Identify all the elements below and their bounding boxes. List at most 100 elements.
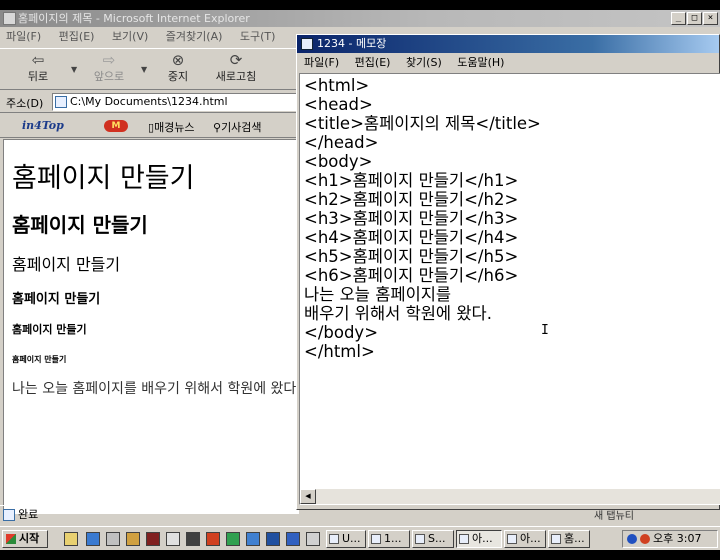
quicklaunch-app-icon[interactable] xyxy=(126,532,140,546)
address-value: C:\My Documents\1234.html xyxy=(70,95,228,108)
page-done-icon xyxy=(3,509,15,521)
ie-menu-edit[interactable]: 편집(E) xyxy=(59,30,95,43)
ie-window-title: 홈페이지의 제목 - Microsoft Internet Explorer xyxy=(18,12,250,25)
background-window-strip[interactable]: 새 탭뉴티 xyxy=(588,510,720,524)
address-bar: 주소(D) C:\My Documents\1234.html xyxy=(0,91,300,113)
magnifier-icon: ⚲ xyxy=(213,121,222,134)
back-button[interactable]: ⇦ 뒤로 xyxy=(14,52,62,84)
paragraph: 나는 오늘 홈페이지를 배우기 위해서 학원에 왔다. xyxy=(12,381,299,397)
forward-dropdown-icon[interactable]: ▼ xyxy=(141,65,147,74)
ie-titlebar[interactable]: 홈페이지의 제목 - Microsoft Internet Explorer _… xyxy=(0,10,720,27)
code-line: <body> xyxy=(304,152,373,171)
quicklaunch-app-icon[interactable] xyxy=(186,532,200,546)
close-button[interactable]: × xyxy=(703,12,718,25)
heading-4: 홈페이지 만들기 xyxy=(12,292,101,307)
quicklaunch-app-icon[interactable] xyxy=(206,532,220,546)
back-dropdown-icon[interactable]: ▼ xyxy=(71,65,77,74)
notepad-menu-file[interactable]: 파일(F) xyxy=(304,56,339,69)
stop-icon: ⊗ xyxy=(171,51,185,69)
notepad-app-icon xyxy=(301,38,313,50)
notepad-window: 1234 - 메모장 파일(F) 편집(E) 찾기(S) 도움말(H) <htm… xyxy=(296,34,720,510)
horizontal-scrollbar[interactable]: ◀ xyxy=(300,488,720,504)
screen-bezel-top xyxy=(0,0,720,10)
notepad-text-area[interactable]: <html> <head> <title>홈페이지의 제목</title> </… xyxy=(299,73,720,505)
code-line: </body> xyxy=(304,323,379,342)
stop-button[interactable]: ⊗ 중지 xyxy=(154,52,202,84)
notepad-menu-help[interactable]: 도움말(H) xyxy=(457,56,504,69)
code-line: <head> xyxy=(304,95,373,114)
tray-app-icon[interactable] xyxy=(640,534,650,544)
code-line: 나는 오늘 홈페이지를 xyxy=(304,285,452,304)
link-article-search[interactable]: ⚲기사검색 xyxy=(213,119,262,135)
taskbar-task-active[interactable]: 아... xyxy=(456,530,502,548)
status-text: 완료 xyxy=(18,508,39,521)
taskbar-task[interactable]: U... xyxy=(326,530,366,548)
task-label: 아... xyxy=(520,532,541,545)
ie-menu-view[interactable]: 보기(V) xyxy=(112,30,148,43)
back-label: 뒤로 xyxy=(27,70,49,83)
quicklaunch-app-icon[interactable] xyxy=(226,532,240,546)
forward-button[interactable]: ⇨ 앞으로 xyxy=(85,52,133,84)
quicklaunch-folder-icon[interactable] xyxy=(64,532,78,546)
ie-menu-file[interactable]: 파일(F) xyxy=(6,30,41,43)
forward-label: 앞으로 xyxy=(93,70,125,83)
notepad-menubar: 파일(F) 편집(E) 찾기(S) 도움말(H) xyxy=(297,54,719,72)
ie-menu-favorites[interactable]: 즐겨찾기(A) xyxy=(166,30,223,43)
page-icon xyxy=(55,96,67,108)
quicklaunch-ie-icon[interactable] xyxy=(86,532,100,546)
ie-window-controls: _ □ × xyxy=(671,12,718,25)
clock[interactable]: 오후 3:07 xyxy=(653,532,701,545)
quicklaunch-app-icon[interactable] xyxy=(146,532,160,546)
link-in4top[interactable]: in4Top xyxy=(22,119,64,132)
code-line: <h1>홈페이지 만들기</h1> xyxy=(304,171,519,190)
refresh-icon: ⟳ xyxy=(229,51,243,69)
notepad-source: <html> <head> <title>홈페이지의 제목</title> </… xyxy=(304,76,541,361)
tray-network-icon[interactable] xyxy=(627,534,637,544)
refresh-label: 새로고침 xyxy=(215,70,257,83)
quicklaunch-app-icon[interactable] xyxy=(306,532,320,546)
ie-statusbar: 완료 xyxy=(0,505,300,525)
quicklaunch-app-icon[interactable] xyxy=(286,532,300,546)
windows-logo-icon xyxy=(6,534,16,544)
code-line: <h6>홈페이지 만들기</h6> xyxy=(304,266,519,285)
address-input[interactable]: C:\My Documents\1234.html xyxy=(52,93,300,111)
taskbar: 시작 U... 1... S... 아... 아... 홈... 오후 3:07 xyxy=(0,526,720,550)
link-article-search-label: 기사검색 xyxy=(221,121,262,134)
m-logo-icon: M xyxy=(104,120,128,132)
task-app-icon xyxy=(415,534,425,544)
code-line: </head> xyxy=(304,133,379,152)
quicklaunch-app-icon[interactable] xyxy=(106,532,120,546)
quicklaunch-app-icon[interactable] xyxy=(246,532,260,546)
task-label: 1... xyxy=(384,532,402,545)
link-m[interactable]: M xyxy=(104,119,128,132)
taskbar-task[interactable]: 1... xyxy=(368,530,410,548)
taskbar-task[interactable]: 아... xyxy=(504,530,546,548)
scroll-left-icon[interactable]: ◀ xyxy=(300,489,316,504)
heading-5: 홈페이지 만들기 xyxy=(12,323,87,336)
notepad-menu-edit[interactable]: 편집(E) xyxy=(355,56,391,69)
refresh-button[interactable]: ⟳ 새로고침 xyxy=(212,52,260,84)
quicklaunch-app-icon[interactable] xyxy=(166,532,180,546)
back-arrow-icon: ⇦ xyxy=(31,51,45,69)
code-line: <h4>홈페이지 만들기</h4> xyxy=(304,228,519,247)
ie-app-icon xyxy=(3,12,16,25)
start-button[interactable]: 시작 xyxy=(2,530,48,548)
maximize-button[interactable]: □ xyxy=(687,12,702,25)
quicklaunch-app-icon[interactable] xyxy=(266,532,280,546)
screen-bezel-bottom xyxy=(0,550,720,560)
heading-3: 홈페이지 만들기 xyxy=(12,255,121,274)
task-app-icon xyxy=(371,534,381,544)
stop-label: 중지 xyxy=(167,70,189,83)
ie-menu-tools[interactable]: 도구(T) xyxy=(240,30,276,43)
heading-2: 홈페이지 만들기 xyxy=(12,213,148,237)
taskbar-task[interactable]: S... xyxy=(412,530,454,548)
notepad-menu-search[interactable]: 찾기(S) xyxy=(406,56,442,69)
task-app-icon xyxy=(551,534,561,544)
code-line: <h5>홈페이지 만들기</h5> xyxy=(304,247,519,266)
code-line: </html> xyxy=(304,342,375,361)
notepad-titlebar[interactable]: 1234 - 메모장 xyxy=(297,35,719,53)
minimize-button[interactable]: _ xyxy=(671,12,686,25)
page-content: 홈페이지 만들기 홈페이지 만들기 홈페이지 만들기 홈페이지 만들기 홈페이지… xyxy=(3,139,299,514)
link-news[interactable]: ▯매경뉴스 xyxy=(148,119,195,135)
taskbar-task[interactable]: 홈... xyxy=(548,530,590,548)
